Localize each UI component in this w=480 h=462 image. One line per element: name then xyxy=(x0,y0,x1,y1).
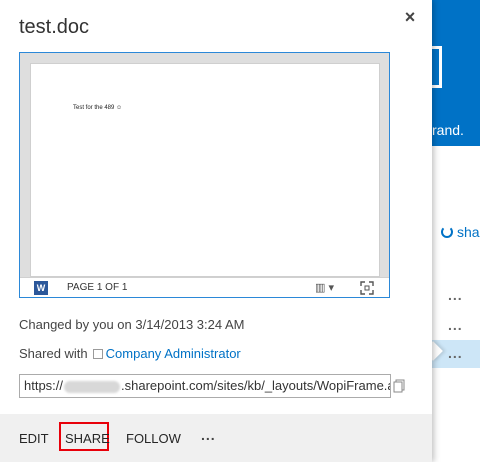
changed-by-text: Changed by you on 3/14/2013 3:24 AM xyxy=(19,317,245,332)
preview-page-text: Test for the 489 ☺ xyxy=(73,105,123,111)
document-callout: test.doc × Test for the 489 ☺ W PAGE 1 O… xyxy=(0,0,432,462)
background-share-label: sha xyxy=(457,224,480,240)
close-icon[interactable]: × xyxy=(401,8,419,26)
follow-button[interactable]: FOLLOW xyxy=(126,431,181,446)
share-sync-icon xyxy=(441,226,453,238)
url-prefix: https:// xyxy=(24,378,64,393)
callout-action-bar: EDIT SHARE FOLLOW ... xyxy=(0,414,432,462)
row-more-button[interactable]: ... xyxy=(448,288,463,302)
callout-title: test.doc xyxy=(19,16,90,38)
preview-page: Test for the 489 ☺ xyxy=(30,63,380,277)
document-url-field[interactable]: https:// .sharepoint.com/sites/kb/_layout… xyxy=(19,374,391,398)
word-icon: W xyxy=(34,281,48,295)
document-preview[interactable]: Test for the 489 ☺ W PAGE 1 OF 1 ▥ ▾ xyxy=(19,52,390,298)
user-presence-icon xyxy=(92,348,103,359)
shared-with-row: Shared with Company Administrator xyxy=(19,346,241,361)
redacted-tenant xyxy=(64,380,121,393)
shared-with-link[interactable]: Company Administrator xyxy=(106,346,241,361)
more-actions-button[interactable]: ... xyxy=(201,427,216,443)
background-banner-text: rand. xyxy=(432,122,464,138)
view-mode-dropdown[interactable]: ▥ ▾ xyxy=(315,281,334,294)
share-button[interactable]: SHARE xyxy=(65,431,110,446)
edit-button[interactable]: EDIT xyxy=(19,431,49,446)
preview-toolbar: W PAGE 1 OF 1 ▥ ▾ xyxy=(20,277,389,297)
shared-with-label: Shared with xyxy=(19,346,88,361)
background-share-link[interactable]: sha xyxy=(441,224,480,240)
row-more-button[interactable]: ... xyxy=(448,318,463,332)
url-suffix: .sharepoint.com/sites/kb/_layouts/WopiFr… xyxy=(121,378,391,393)
row-more-button-selected[interactable]: ... xyxy=(448,346,463,360)
fullscreen-icon[interactable] xyxy=(360,281,374,295)
page-indicator: PAGE 1 OF 1 xyxy=(67,282,128,293)
copy-icon[interactable] xyxy=(393,379,405,393)
